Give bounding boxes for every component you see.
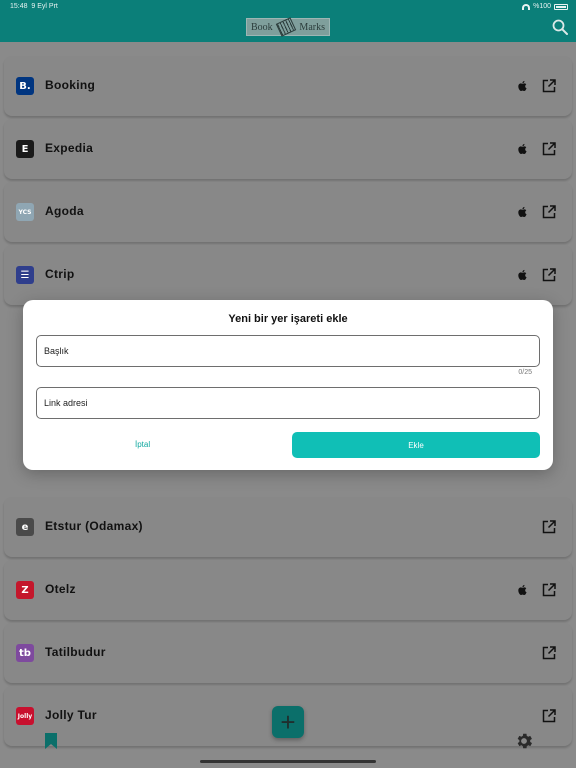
apple-icon[interactable] bbox=[517, 206, 529, 218]
app-header: 15:48 9 Eyl Prt %100 Book Marks bbox=[0, 0, 576, 42]
bookmark-card[interactable]: tb Tatilbudur bbox=[4, 623, 572, 683]
apple-icon[interactable] bbox=[517, 584, 529, 596]
bookmark-card[interactable]: ☰ Ctrip bbox=[4, 245, 572, 305]
status-time: 15:48 9 Eyl Prt bbox=[10, 3, 58, 10]
site-logo-icon: ☰ bbox=[16, 266, 34, 284]
status-bar: 15:48 9 Eyl Prt %100 bbox=[0, 0, 576, 14]
link-input[interactable] bbox=[36, 387, 540, 419]
bookmark-name: Agoda bbox=[45, 204, 84, 218]
site-logo-icon: YCS bbox=[16, 203, 34, 221]
bookmark-card[interactable]: Z Otelz bbox=[4, 560, 572, 620]
apple-icon[interactable] bbox=[517, 80, 529, 92]
site-logo-icon: Jolly bbox=[16, 707, 34, 725]
add-bookmark-button[interactable]: + bbox=[272, 706, 304, 738]
bookmark-name: Expedia bbox=[45, 141, 94, 155]
open-external-icon[interactable] bbox=[542, 79, 556, 93]
status-right: %100 bbox=[522, 3, 568, 10]
bookmark-card[interactable]: e Etstur (Odamax) bbox=[4, 497, 572, 557]
bookmark-name: Etstur (Odamax) bbox=[45, 519, 143, 533]
site-logo-icon: e bbox=[16, 518, 34, 536]
app-logo: Book Marks bbox=[246, 17, 330, 37]
bookmark-name: Tatilbudur bbox=[45, 645, 106, 659]
settings-gear-icon[interactable] bbox=[514, 731, 534, 751]
open-external-icon[interactable] bbox=[542, 205, 556, 219]
add-bookmark-dialog: Yeni bir yer işareti ekle 0/25 İptal Ekl… bbox=[23, 300, 553, 470]
site-logo-icon: Z bbox=[16, 581, 34, 599]
bookmark-card[interactable]: E Expedia bbox=[4, 119, 572, 179]
wifi-icon bbox=[522, 3, 531, 10]
add-button[interactable]: Ekle bbox=[292, 432, 540, 458]
dialog-title: Yeni bir yer işareti ekle bbox=[228, 313, 348, 325]
title-char-counter: 0/25 bbox=[518, 369, 532, 376]
bookmark-tab-icon[interactable] bbox=[45, 733, 57, 749]
bookmark-name: Booking bbox=[45, 78, 96, 92]
battery-percent: %100 bbox=[533, 3, 551, 10]
bookmark-card[interactable]: B. Booking bbox=[4, 56, 572, 116]
open-external-icon[interactable] bbox=[542, 646, 556, 660]
apple-icon[interactable] bbox=[517, 143, 529, 155]
bookmark-card[interactable]: YCS Agoda bbox=[4, 182, 572, 242]
site-logo-icon: tb bbox=[16, 644, 34, 662]
logo-text-right: Marks bbox=[299, 21, 325, 33]
search-icon[interactable] bbox=[552, 19, 568, 35]
bookmark-name: Jolly Tur bbox=[45, 708, 97, 722]
open-external-icon[interactable] bbox=[542, 709, 556, 723]
open-external-icon[interactable] bbox=[542, 142, 556, 156]
open-external-icon[interactable] bbox=[542, 583, 556, 597]
battery-icon bbox=[554, 3, 568, 10]
home-indicator bbox=[200, 760, 376, 763]
open-external-icon[interactable] bbox=[542, 268, 556, 282]
site-logo-icon: B. bbox=[16, 77, 34, 95]
bookmark-name: Ctrip bbox=[45, 267, 75, 281]
bookmark-name: Otelz bbox=[45, 582, 76, 596]
apple-icon[interactable] bbox=[517, 269, 529, 281]
logo-text-left: Book bbox=[251, 21, 273, 33]
open-external-icon[interactable] bbox=[542, 520, 556, 534]
logo-mark-icon bbox=[275, 17, 297, 37]
title-input[interactable] bbox=[36, 335, 540, 367]
site-logo-icon: E bbox=[16, 140, 34, 158]
cancel-button[interactable]: İptal bbox=[135, 440, 150, 449]
